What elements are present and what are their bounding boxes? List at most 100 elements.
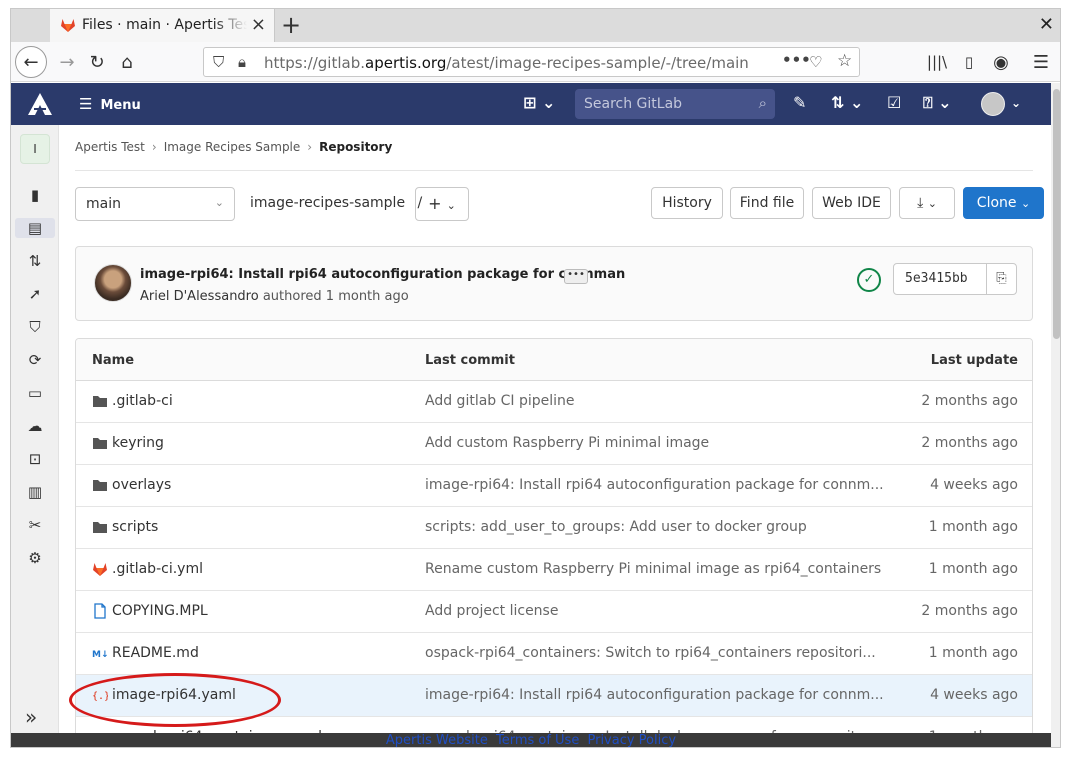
last-commit-link[interactable]: Add custom Raspberry Pi minimal image — [425, 435, 709, 451]
last-commit-link[interactable]: Add gitlab CI pipeline — [425, 393, 575, 409]
svg-text:M↓: M↓ — [92, 650, 108, 660]
shield-icon[interactable]: ⛉ — [213, 53, 224, 71]
chevron-down-icon[interactable]: ⌄ — [1011, 96, 1021, 110]
table-row[interactable]: .gitlab-ci Add gitlab CI pipeline 2 months… — [76, 381, 1032, 423]
issues-icon[interactable]: ✎ — [793, 93, 806, 112]
page-scrollbar[interactable] — [1051, 83, 1060, 747]
last-commit-link[interactable]: ospack-rpi64_containers: Switch to rpi64… — [425, 645, 876, 661]
divider — [75, 170, 1033, 171]
lock-icon[interactable]: 🔒︎ — [238, 53, 246, 71]
web-ide-button[interactable]: Web IDE — [812, 187, 891, 219]
last-commit-link[interactable]: image-rpi64: Install rpi64 autoconfigura… — [425, 477, 884, 493]
pipeline-passed-icon[interactable]: ✓ — [857, 268, 881, 292]
table-row[interactable]: M↓ README.md ospack-rpi64_containers: Swit… — [76, 633, 1032, 675]
todo-icon[interactable]: ☑ — [887, 93, 901, 112]
footer-link[interactable]: Privacy Policy — [587, 733, 676, 747]
packages-icon[interactable]: ⊡ — [25, 449, 45, 469]
table-row[interactable]: .gitlab-ci.yml Rename custom Raspberry Pi… — [76, 549, 1032, 591]
last-commit-link[interactable]: scripts: add_user_to_groups: Add user to… — [425, 519, 807, 535]
new-item-dropdown[interactable]: ⊞ ⌄ — [523, 93, 555, 112]
snippets-scissors-icon[interactable]: ✂ — [25, 515, 45, 535]
breadcrumb-separator-icon: › — [307, 140, 313, 154]
project-info-icon[interactable]: ▮ — [25, 185, 45, 205]
last-update-time: 2 months ago — [921, 393, 1018, 409]
commit-sha: 5e3415bb ⎘ — [893, 263, 1017, 295]
close-tab-icon[interactable]: × — [251, 15, 266, 35]
last-commit-link[interactable]: Rename custom Raspberry Pi minimal image… — [425, 561, 881, 577]
search-input[interactable]: Search GitLab ⌕ — [575, 89, 775, 119]
settings-gear-icon[interactable]: ⚙ — [25, 548, 45, 568]
sidebar-toggle-icon[interactable]: ▯ — [953, 46, 985, 78]
file-name-link[interactable]: .gitlab-ci — [112, 393, 173, 409]
page-actions-icon[interactable]: ••• — [782, 51, 811, 69]
add-file-dropdown[interactable]: + ⌄ — [415, 187, 469, 221]
find-file-button[interactable]: Find file — [730, 187, 804, 219]
security-shield-icon[interactable]: ⛉ — [25, 317, 45, 337]
library-icon[interactable]: |||\ — [921, 46, 953, 78]
collapse-sidebar-icon[interactable]: » — [25, 705, 37, 729]
url-bar[interactable]: ⛉ 🔒︎ https://gitlab.apertis.org/atest/im… — [203, 47, 860, 77]
merge-requests-icon[interactable]: ⇅ — [25, 251, 45, 271]
cicd-rocket-icon[interactable]: ➚ — [25, 284, 45, 304]
author-avatar[interactable] — [94, 264, 132, 302]
chevron-down-icon: ⌄ — [927, 197, 937, 210]
footer-link[interactable]: Apertis Website — [386, 733, 488, 747]
file-name-link[interactable]: keyring — [112, 435, 164, 451]
reload-button[interactable]: ↻ — [81, 46, 113, 78]
table-row[interactable]: keyring Add custom Raspberry Pi minimal i… — [76, 423, 1032, 465]
window-close-icon[interactable]: ✕ — [1039, 14, 1054, 35]
merge-requests-dropdown[interactable]: ⇅ ⌄ — [831, 93, 863, 112]
table-row[interactable]: overlays image-rpi64: Install rpi64 autoc… — [76, 465, 1032, 507]
bookmark-star-icon[interactable]: ☆ — [837, 51, 852, 71]
last-commit-link[interactable]: image-rpi64: Install rpi64 autoconfigura… — [425, 687, 884, 703]
table-row[interactable]: COPYING.MPL Add project license 2 months a… — [76, 591, 1032, 633]
commit-title[interactable]: image-rpi64: Install rpi64 autoconfigura… — [140, 267, 625, 282]
file-name-link[interactable]: scripts — [112, 519, 158, 535]
breadcrumb-item[interactable]: Apertis Test — [75, 140, 145, 154]
menu-button[interactable]: ☰ Menu — [79, 95, 141, 113]
toggle-commit-description-button[interactable]: ••• — [564, 269, 588, 284]
main-content: Apertis Test › Image Recipes Sample › Reposi… — [59, 125, 1051, 733]
back-button[interactable]: ← — [15, 46, 47, 78]
file-name-link[interactable]: README.md — [112, 645, 199, 661]
path-root-link[interactable]: image-recipes-sample — [250, 195, 405, 211]
apertis-logo-icon[interactable] — [27, 92, 53, 116]
copy-icon[interactable]: ⎘ — [986, 264, 1016, 294]
commit-author[interactable]: Ariel D'Alessandro — [140, 289, 259, 304]
file-name-link[interactable]: .gitlab-ci.yml — [112, 561, 203, 577]
user-avatar[interactable] — [981, 92, 1005, 116]
scrollbar-thumb[interactable] — [1053, 89, 1060, 339]
commit-time: 1 month ago — [325, 289, 409, 304]
browser-tab[interactable]: Files · main · Apertis Test × — [50, 9, 275, 42]
breadcrumb-current[interactable]: Repository — [319, 140, 392, 154]
analytics-icon[interactable]: ▥ — [25, 482, 45, 502]
download-dropdown[interactable]: ⤓ ⌄ — [899, 187, 955, 219]
infrastructure-icon[interactable]: ☁ — [25, 416, 45, 436]
project-sidebar: I ▮ ▤ ⇅ ➚ ⛉ ⟳ ▭ ☁ ⊡ ▥ ✂ ⚙ » — [11, 125, 59, 733]
monitor-icon[interactable]: ▭ — [25, 383, 45, 403]
new-tab-button[interactable]: + — [281, 11, 301, 39]
folder-icon — [92, 519, 108, 535]
history-button[interactable]: History — [651, 187, 723, 219]
file-name-link[interactable]: COPYING.MPL — [112, 603, 208, 619]
hamburger-menu-icon[interactable]: ☰ — [1025, 46, 1057, 78]
repository-icon[interactable]: ▤ — [15, 218, 55, 238]
deployments-icon[interactable]: ⟳ — [25, 350, 45, 370]
commit-sha-link[interactable]: 5e3415bb — [905, 271, 968, 286]
branch-selector[interactable]: main ⌄ — [75, 187, 235, 221]
table-row[interactable]: scripts scripts: add_user_to_groups: Add … — [76, 507, 1032, 549]
file-name-link[interactable]: overlays — [112, 477, 171, 493]
help-dropdown[interactable]: ⍰ ⌄ — [923, 93, 952, 113]
footer-link[interactable]: Terms of Use — [496, 733, 579, 747]
highlight-annotation — [69, 673, 281, 727]
menu-icon: ☰ — [79, 95, 93, 113]
home-button[interactable]: ⌂ — [111, 46, 143, 78]
pocket-icon[interactable]: ♡ — [809, 53, 822, 71]
project-avatar[interactable]: I — [20, 134, 50, 164]
table-header: Name Last commit Last update — [76, 339, 1032, 381]
forward-button[interactable]: → — [51, 46, 83, 78]
last-commit-link[interactable]: Add project license — [425, 603, 558, 619]
account-icon[interactable]: ◉ — [985, 46, 1017, 78]
clone-button[interactable]: Clone ⌄ — [963, 187, 1044, 219]
breadcrumb-item[interactable]: Image Recipes Sample — [164, 140, 301, 154]
